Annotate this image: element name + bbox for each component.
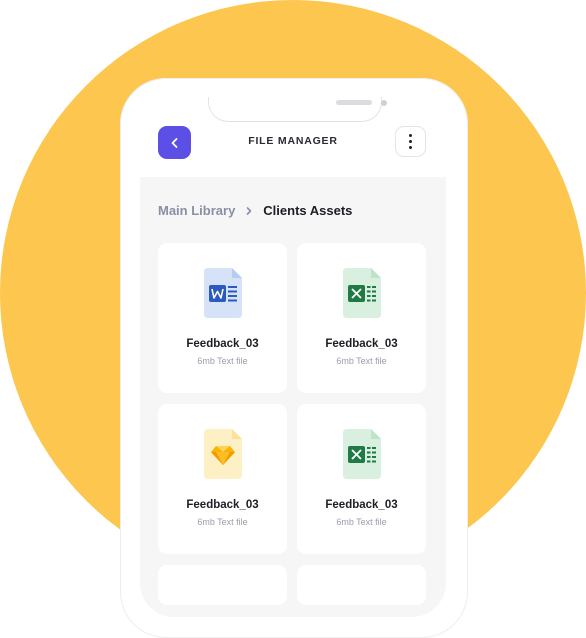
more-vertical-icon bbox=[408, 133, 413, 138]
breadcrumb-main-library[interactable]: Main Library bbox=[158, 203, 235, 218]
breadcrumb: Main Library Clients Assets bbox=[158, 203, 352, 218]
file-card[interactable]: Feedback_03 6mb Text file bbox=[158, 404, 287, 554]
phone-notch bbox=[208, 97, 387, 122]
file-meta: 6mb Text file bbox=[197, 356, 248, 366]
file-meta: 6mb Text file bbox=[197, 517, 248, 527]
file-card[interactable]: Feedback_03 6mb Text file bbox=[158, 243, 287, 393]
chevron-right-icon bbox=[245, 206, 253, 216]
sketch-file-icon bbox=[204, 429, 242, 479]
excel-file-icon bbox=[343, 268, 381, 318]
more-options-button[interactable] bbox=[395, 126, 426, 157]
file-card-partial[interactable] bbox=[158, 565, 287, 605]
file-card[interactable]: Feedback_03 6mb Text file bbox=[297, 243, 426, 393]
breadcrumb-clients-assets: Clients Assets bbox=[263, 203, 353, 218]
file-card[interactable]: Feedback_03 6mb Text file bbox=[297, 404, 426, 554]
phone-screen: FILE MANAGER Main Library Clients Assets bbox=[140, 97, 446, 617]
top-bar: FILE MANAGER bbox=[140, 97, 446, 177]
file-meta: 6mb Text file bbox=[336, 356, 387, 366]
file-name: Feedback_03 bbox=[325, 499, 398, 511]
word-file-icon bbox=[204, 268, 242, 318]
file-name: Feedback_03 bbox=[186, 499, 259, 511]
file-name: Feedback_03 bbox=[186, 338, 259, 350]
file-card-partial[interactable] bbox=[297, 565, 426, 605]
camera-icon bbox=[381, 100, 387, 106]
excel-file-icon bbox=[343, 429, 381, 479]
file-meta: 6mb Text file bbox=[336, 517, 387, 527]
speaker-icon bbox=[336, 100, 372, 105]
file-name: Feedback_03 bbox=[325, 338, 398, 350]
